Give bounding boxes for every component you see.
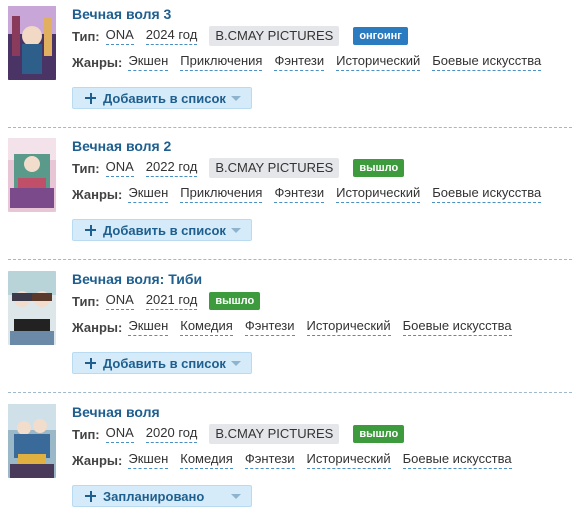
studio-tag[interactable]: B.CMAY PICTURES (209, 424, 340, 444)
genre-link[interactable]: Приключения (180, 53, 263, 71)
chevron-down-icon[interactable] (231, 228, 241, 233)
anime-title-link[interactable]: Вечная воля 2 (72, 138, 171, 154)
planned-status-label: Запланировано (103, 488, 205, 504)
status-badge: вышло (353, 159, 405, 177)
genre-link[interactable]: Экшен (128, 451, 169, 469)
genre-link[interactable]: Комедия (180, 451, 233, 469)
planned-status-button[interactable]: Запланировано (72, 485, 252, 507)
chevron-down-icon[interactable] (231, 361, 241, 366)
anime-item: Вечная воля Тип: ONA 2020 год B.CMAY PIC… (0, 401, 578, 521)
genres-row: Жанры: Экшен Комедия Фэнтези Исторически… (72, 317, 524, 337)
genres-label: Жанры: (72, 452, 123, 468)
add-to-list-label: Добавить в список (103, 90, 226, 106)
status-badge: онгоинг (353, 27, 408, 45)
add-to-list-button[interactable]: Добавить в список (72, 219, 252, 241)
genre-link[interactable]: Исторический (306, 318, 391, 336)
genres-label: Жанры: (72, 319, 123, 335)
type-row: Тип: ONA 2021 год вышло (72, 291, 261, 311)
anime-item: Вечная воля 2 Тип: ONA 2022 год B.CMAY P… (0, 135, 578, 255)
chevron-down-icon[interactable] (231, 96, 241, 101)
type-link[interactable]: ONA (105, 159, 134, 177)
genre-link[interactable]: Экшен (128, 185, 169, 203)
type-label: Тип: (72, 426, 100, 442)
plus-icon (85, 224, 97, 236)
genres-row: Жанры: Экшен Приключения Фэнтези Историч… (72, 184, 553, 204)
divider (8, 127, 572, 128)
type-row: Тип: ONA 2020 год B.CMAY PICTURES вышло (72, 424, 405, 444)
add-to-list-label: Добавить в список (103, 222, 226, 238)
divider (8, 392, 572, 393)
divider (8, 259, 572, 260)
poster-thumbnail[interactable] (8, 138, 56, 212)
anime-item: Вечная воля 3 Тип: ONA 2024 год B.CMAY P… (0, 3, 578, 123)
year-link[interactable]: 2021 год (145, 292, 198, 310)
genre-link[interactable]: Фэнтези (274, 185, 325, 203)
type-link[interactable]: ONA (105, 27, 134, 45)
type-label: Тип: (72, 160, 100, 176)
genres-row: Жанры: Экшен Приключения Фэнтези Историч… (72, 52, 553, 72)
anime-item: Вечная воля: Тиби Тип: ONA 2021 год вышл… (0, 268, 578, 388)
poster-thumbnail[interactable] (8, 6, 56, 80)
genre-link[interactable]: Исторический (336, 53, 421, 71)
anime-title-link[interactable]: Вечная воля 3 (72, 6, 171, 22)
genre-link[interactable]: Фэнтези (244, 451, 295, 469)
genre-link[interactable]: Приключения (180, 185, 263, 203)
type-link[interactable]: ONA (105, 425, 134, 443)
genre-link[interactable]: Боевые искусства (432, 53, 542, 71)
poster-thumbnail[interactable] (8, 271, 56, 345)
genre-link[interactable]: Фэнтези (274, 53, 325, 71)
type-row: Тип: ONA 2022 год B.CMAY PICTURES вышло (72, 158, 405, 178)
genre-link[interactable]: Боевые искусства (402, 318, 512, 336)
genre-link[interactable]: Экшен (128, 53, 169, 71)
add-to-list-label: Добавить в список (103, 355, 226, 371)
studio-tag[interactable]: B.CMAY PICTURES (209, 26, 340, 46)
plus-icon (85, 490, 97, 502)
genres-label: Жанры: (72, 54, 123, 70)
status-badge: вышло (209, 292, 261, 310)
anime-title-link[interactable]: Вечная воля: Тиби (72, 271, 202, 287)
genre-link[interactable]: Фэнтези (244, 318, 295, 336)
genre-link[interactable]: Исторический (336, 185, 421, 203)
genre-link[interactable]: Исторический (306, 451, 391, 469)
poster-thumbnail[interactable] (8, 404, 56, 478)
add-to-list-button[interactable]: Добавить в список (72, 352, 252, 374)
genres-row: Жанры: Экшен Комедия Фэнтези Исторически… (72, 450, 524, 470)
genre-link[interactable]: Боевые искусства (402, 451, 512, 469)
genre-link[interactable]: Боевые искусства (432, 185, 542, 203)
type-label: Тип: (72, 28, 100, 44)
year-link[interactable]: 2024 год (145, 27, 198, 45)
status-badge: вышло (353, 425, 405, 443)
year-link[interactable]: 2020 год (145, 425, 198, 443)
type-link[interactable]: ONA (105, 292, 134, 310)
genre-link[interactable]: Экшен (128, 318, 169, 336)
plus-icon (85, 357, 97, 369)
genre-link[interactable]: Комедия (180, 318, 233, 336)
genres-label: Жанры: (72, 186, 123, 202)
type-label: Тип: (72, 293, 100, 309)
studio-tag[interactable]: B.CMAY PICTURES (209, 158, 340, 178)
plus-icon (85, 92, 97, 104)
type-row: Тип: ONA 2024 год B.CMAY PICTURES онгоин… (72, 26, 408, 46)
anime-title-link[interactable]: Вечная воля (72, 404, 160, 420)
year-link[interactable]: 2022 год (145, 159, 198, 177)
chevron-down-icon[interactable] (231, 494, 241, 499)
add-to-list-button[interactable]: Добавить в список (72, 87, 252, 109)
